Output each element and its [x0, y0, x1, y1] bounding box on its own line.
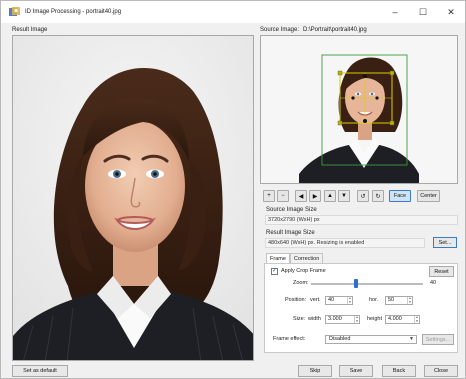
source-image-viewer[interactable] — [260, 35, 458, 184]
chevron-down-icon: ▼ — [409, 336, 414, 342]
position-label: Position: — [285, 297, 307, 303]
rotate-right-button[interactable]: ↻ — [372, 190, 384, 202]
vert-label: vert. — [310, 297, 321, 303]
zoom-value: 40 — [430, 280, 437, 286]
result-portrait-image — [13, 36, 253, 360]
face-button[interactable]: Face — [389, 190, 411, 202]
result-image — [12, 35, 254, 361]
vert-position-input[interactable]: 40 ▲ ▼ — [325, 296, 353, 305]
frame-effect-value: Disabled — [329, 336, 351, 342]
result-size-label: Result Image Size — [266, 230, 315, 236]
spin-arrows-icon[interactable]: ▲ ▼ — [347, 296, 352, 304]
set-size-button[interactable]: Set... — [433, 237, 457, 248]
skip-button[interactable]: Skip — [298, 365, 332, 377]
rotate-left-button[interactable]: ↺ — [357, 190, 369, 202]
frame-height-value: 4.000 — [388, 316, 402, 322]
source-size-label: Source Image Size — [266, 207, 317, 213]
vert-position-value: 40 — [328, 297, 335, 303]
spin-arrows-icon[interactable]: ▲ ▼ — [354, 315, 359, 323]
window-title: ID Image Processing - portrait40.jpg — [25, 9, 122, 15]
source-size-value: 3720x2790 (WxH) px — [265, 215, 458, 225]
move-down-button[interactable]: ▼ — [338, 190, 350, 202]
hor-label: hor. — [369, 297, 379, 303]
spin-arrows-icon[interactable]: ▲ ▼ — [407, 296, 412, 304]
move-right-button[interactable]: ▶ — [309, 190, 321, 202]
apply-crop-checkbox[interactable]: ✓ — [271, 268, 278, 275]
result-image-label: Result Image — [12, 27, 48, 33]
hor-position-value: 50 — [388, 297, 395, 303]
zoom-label: Zoom: — [293, 280, 309, 286]
result-size-value: 480x640 (WxH) px. Resizing is enabled — [265, 238, 425, 248]
hor-position-input[interactable]: 50 ▲ ▼ — [385, 296, 413, 305]
zoom-slider-track[interactable] — [311, 283, 423, 285]
window-controls: – ☐ ✕ — [381, 1, 465, 23]
title-bar: ID Image Processing - portrait40.jpg – ☐… — [1, 1, 465, 23]
source-portrait-image — [261, 36, 457, 183]
frame-width-input[interactable]: 3.000 ▲ ▼ — [325, 315, 360, 324]
settings-tabs: Frame Correction — [266, 253, 324, 263]
center-button[interactable]: Center — [417, 190, 440, 202]
settings-button[interactable]: Settings... — [422, 334, 454, 345]
move-left-button[interactable]: ◀ — [295, 190, 307, 202]
maximize-button[interactable]: ☐ — [409, 1, 437, 23]
reset-button[interactable]: Reset — [429, 266, 454, 277]
frame-effect-select[interactable]: Disabled ▼ — [325, 335, 417, 344]
height-label: height — [367, 316, 382, 322]
zoom-slider-thumb[interactable] — [353, 279, 358, 288]
frame-tab-panel: ✓ Apply Crop Frame Reset Zoom: 40 Positi… — [264, 263, 458, 353]
app-icon — [9, 7, 20, 16]
width-label: width — [308, 316, 321, 322]
checkmark-icon: ✓ — [272, 268, 278, 274]
move-up-button[interactable]: ▲ — [324, 190, 336, 202]
tab-correction[interactable]: Correction — [289, 253, 324, 263]
spin-arrows-icon[interactable]: ▲ ▼ — [414, 315, 419, 323]
frame-width-value: 3.000 — [328, 316, 342, 322]
set-as-default-button[interactable]: Set as default — [12, 365, 68, 377]
close-window-button[interactable]: ✕ — [437, 1, 465, 23]
size-label: Size: — [293, 316, 306, 322]
frame-height-input[interactable]: 4.000 ▲ ▼ — [385, 315, 420, 324]
apply-crop-label: Apply Crop Frame — [281, 268, 326, 274]
source-image-path: D:\Portrait\portrait40.jpg — [303, 27, 367, 33]
zoom-in-button[interactable]: + — [263, 190, 275, 202]
close-button[interactable]: Close — [424, 365, 458, 377]
zoom-out-button[interactable]: − — [277, 190, 289, 202]
back-button[interactable]: Back — [382, 365, 416, 377]
minimize-button[interactable]: – — [381, 1, 409, 23]
app-window: ID Image Processing - portrait40.jpg – ☐… — [0, 0, 466, 379]
source-image-label: Source Image: — [260, 27, 300, 33]
tab-frame[interactable]: Frame — [266, 253, 290, 263]
frame-effect-label: Frame effect: — [273, 336, 306, 342]
save-button[interactable]: Save — [339, 365, 373, 377]
